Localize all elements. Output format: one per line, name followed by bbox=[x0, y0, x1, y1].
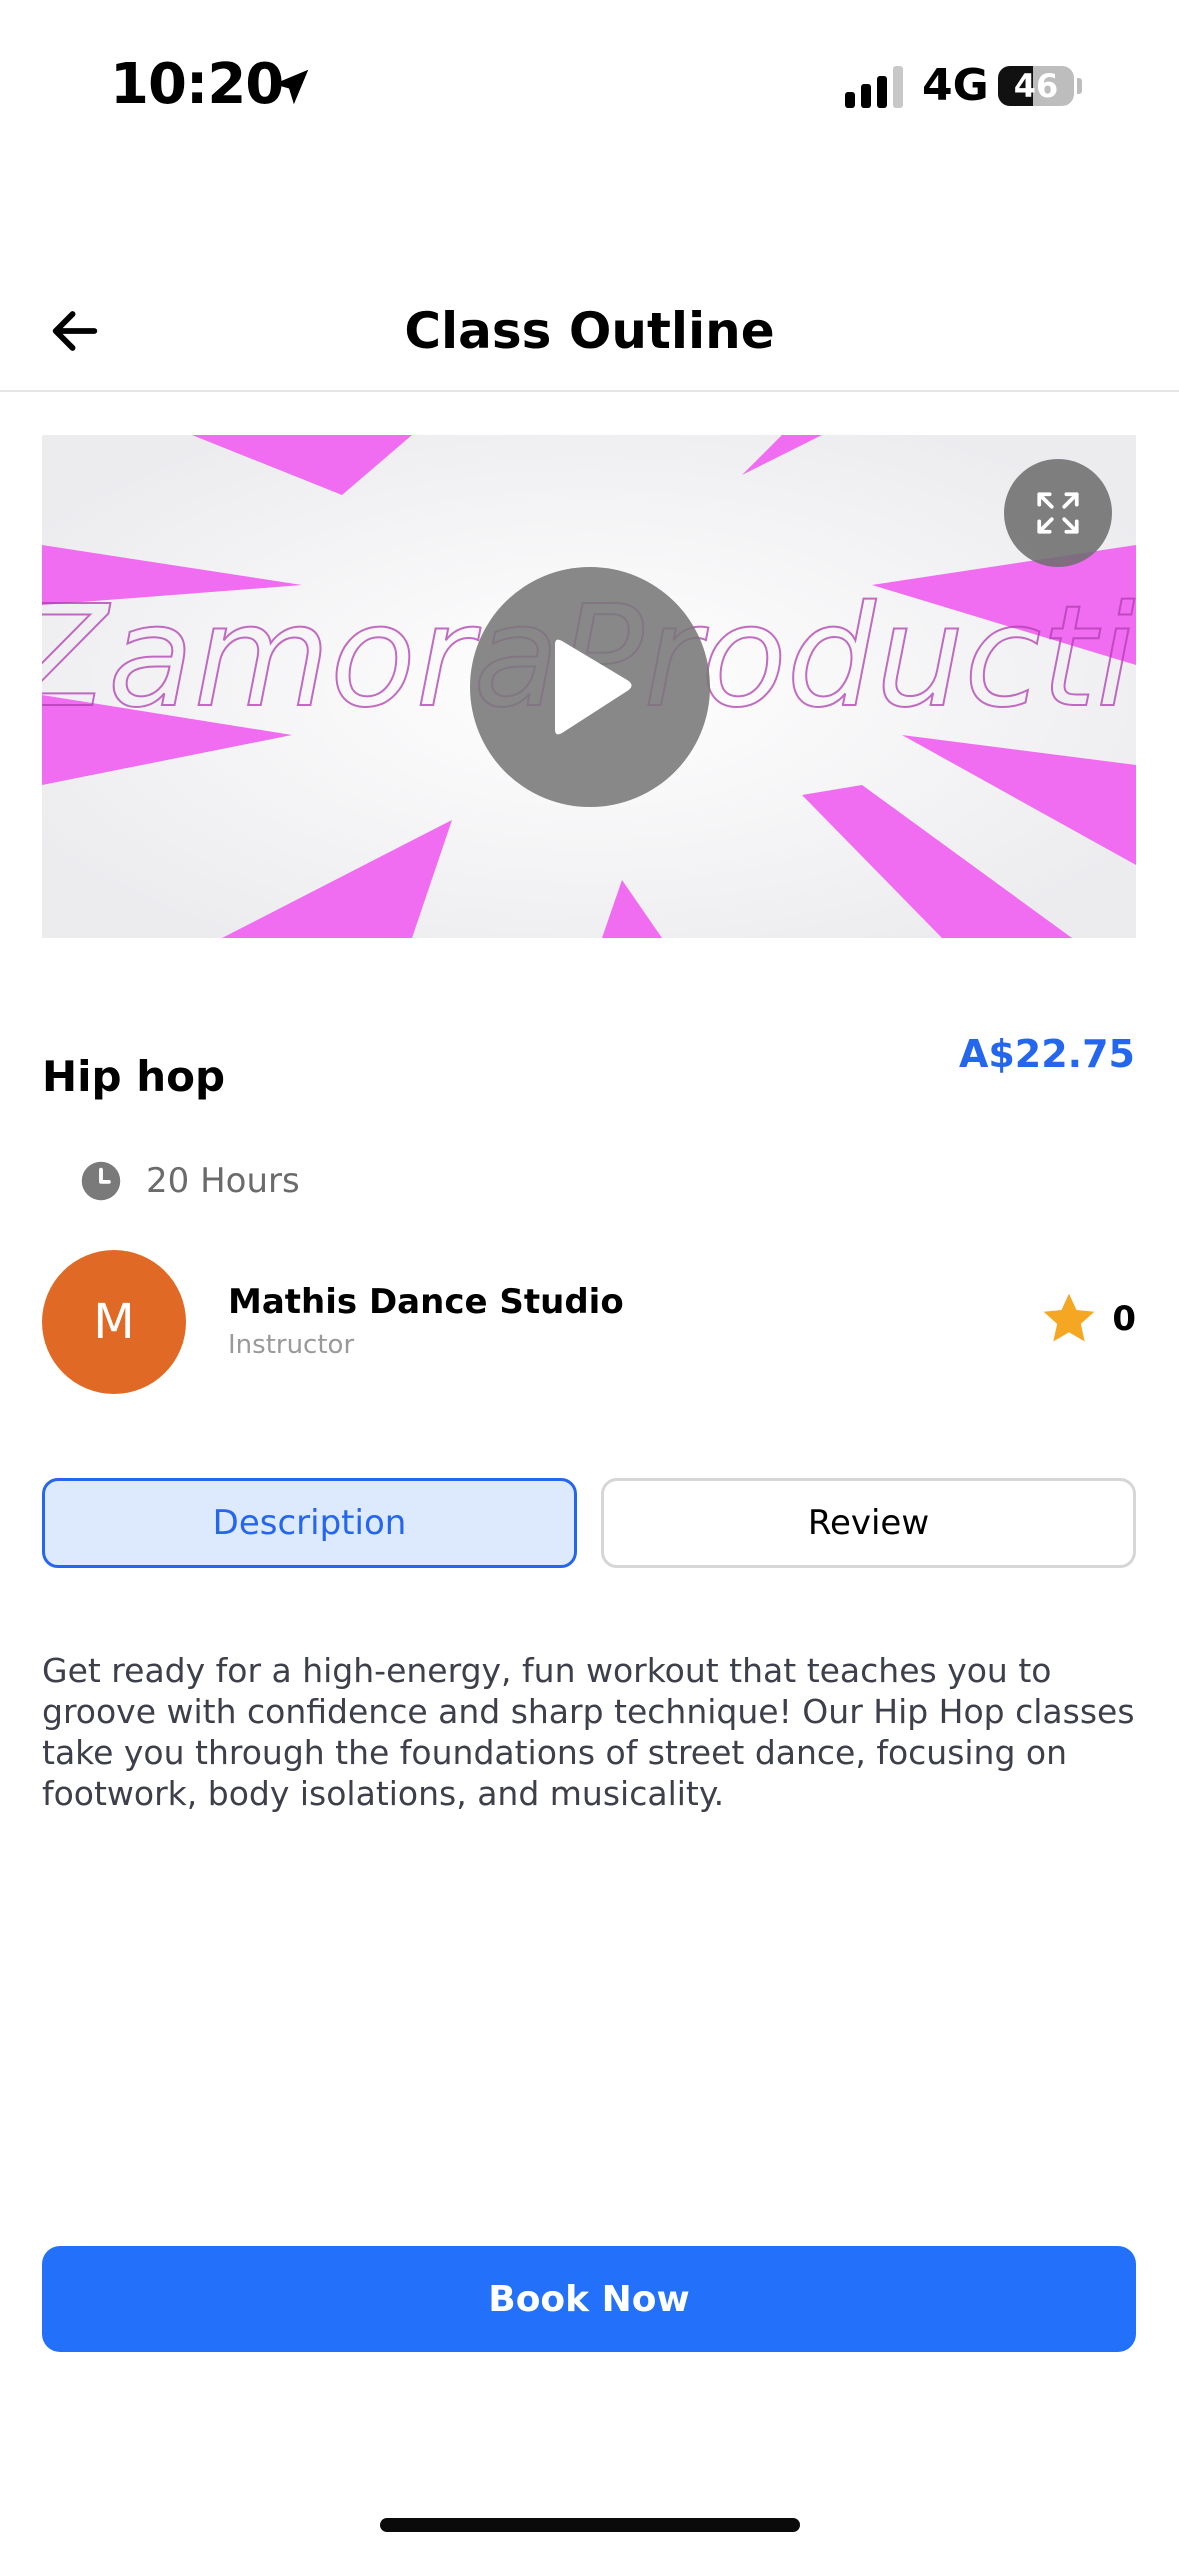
class-title: Hip hop bbox=[42, 1052, 226, 1101]
book-now-button[interactable]: Book Now bbox=[42, 2246, 1136, 2352]
location-arrow-icon bbox=[273, 69, 309, 105]
cellular-signal-icon bbox=[845, 66, 903, 108]
tab-description[interactable]: Description bbox=[42, 1478, 577, 1568]
duration-label: 20 Hours bbox=[146, 1161, 300, 1201]
status-bar: 10:20 4G 46 bbox=[0, 0, 1179, 170]
rating-value: 0 bbox=[1112, 1299, 1136, 1339]
play-icon bbox=[555, 639, 632, 735]
page-title: Class Outline bbox=[404, 302, 775, 360]
class-video[interactable]: ZamoraProductions bbox=[42, 435, 1136, 938]
class-description: Get ready for a high-energy, fun workout… bbox=[42, 1651, 1135, 1813]
battery-nub bbox=[1077, 78, 1082, 94]
status-time: 10:20 bbox=[110, 52, 284, 117]
battery-icon: 46 bbox=[998, 66, 1074, 106]
instructor-row[interactable]: M Mathis Dance Studio Instructor 0 bbox=[42, 1250, 1136, 1395]
star-icon bbox=[1043, 1293, 1095, 1342]
tab-review[interactable]: Review bbox=[601, 1478, 1136, 1568]
expand-icon bbox=[1037, 492, 1079, 534]
instructor-role: Instructor bbox=[228, 1330, 355, 1360]
class-price: A$22.75 bbox=[958, 1032, 1135, 1076]
play-button[interactable] bbox=[470, 567, 710, 807]
battery-level: 46 bbox=[1013, 67, 1059, 105]
clock-icon bbox=[81, 1161, 121, 1201]
rating: 0 bbox=[1040, 1290, 1136, 1348]
class-duration: 20 Hours bbox=[80, 1160, 300, 1202]
instructor-name: Mathis Dance Studio bbox=[228, 1282, 624, 1322]
network-type: 4G bbox=[922, 60, 989, 111]
avatar: M bbox=[42, 1250, 186, 1394]
home-indicator bbox=[380, 2518, 800, 2532]
app-header: Class Outline bbox=[0, 270, 1179, 392]
expand-button[interactable] bbox=[1004, 459, 1112, 567]
